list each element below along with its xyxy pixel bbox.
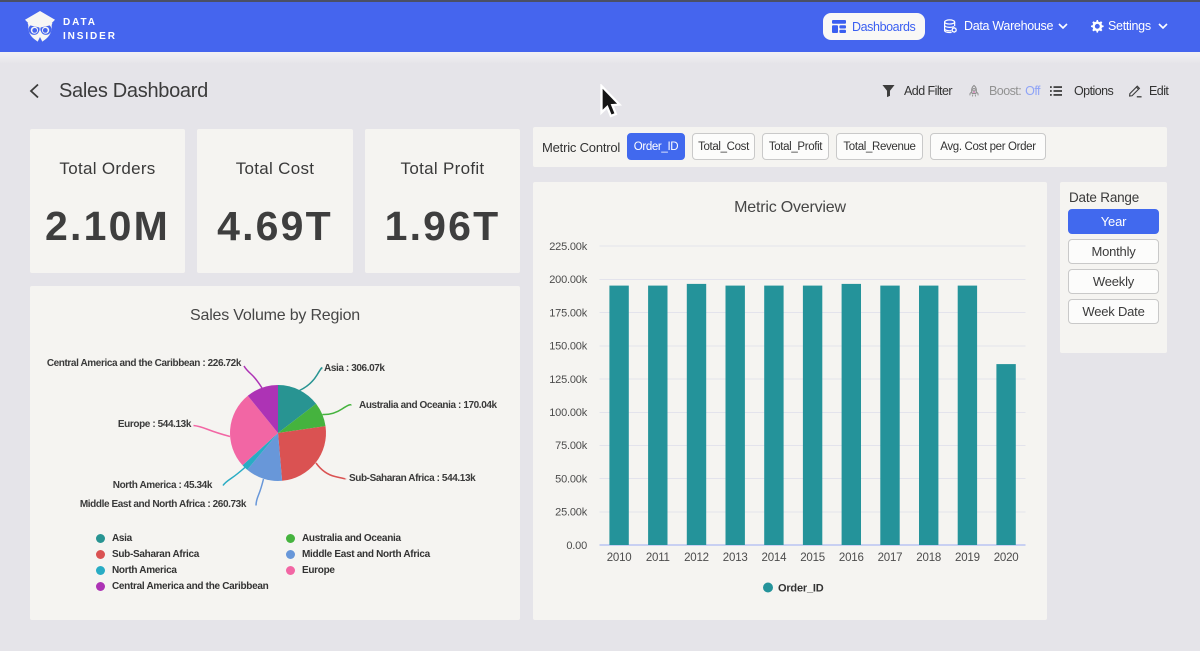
svg-text:175.00k: 175.00k bbox=[549, 307, 587, 319]
svg-text:25.00k: 25.00k bbox=[555, 507, 588, 519]
svg-text:2016: 2016 bbox=[839, 552, 864, 564]
svg-text:0.00: 0.00 bbox=[566, 540, 587, 552]
svg-text:200.00k: 200.00k bbox=[549, 274, 587, 286]
svg-text:2010: 2010 bbox=[607, 552, 632, 564]
svg-text:75.00k: 75.00k bbox=[555, 440, 588, 452]
svg-text:2020: 2020 bbox=[994, 552, 1019, 564]
svg-text:2013: 2013 bbox=[723, 552, 748, 564]
svg-text:2015: 2015 bbox=[800, 552, 825, 564]
svg-text:2019: 2019 bbox=[955, 552, 980, 564]
svg-text:2018: 2018 bbox=[916, 552, 941, 564]
svg-text:150.00k: 150.00k bbox=[549, 341, 587, 353]
svg-text:2011: 2011 bbox=[646, 552, 670, 564]
svg-text:125.00k: 125.00k bbox=[549, 374, 587, 386]
svg-text:Order_ID: Order_ID bbox=[778, 583, 824, 595]
svg-text:2017: 2017 bbox=[878, 552, 903, 564]
svg-text:225.00k: 225.00k bbox=[549, 241, 587, 253]
svg-text:2012: 2012 bbox=[684, 552, 709, 564]
svg-text:100.00k: 100.00k bbox=[549, 407, 587, 419]
svg-text:50.00k: 50.00k bbox=[555, 473, 588, 485]
svg-text:2014: 2014 bbox=[762, 552, 788, 564]
